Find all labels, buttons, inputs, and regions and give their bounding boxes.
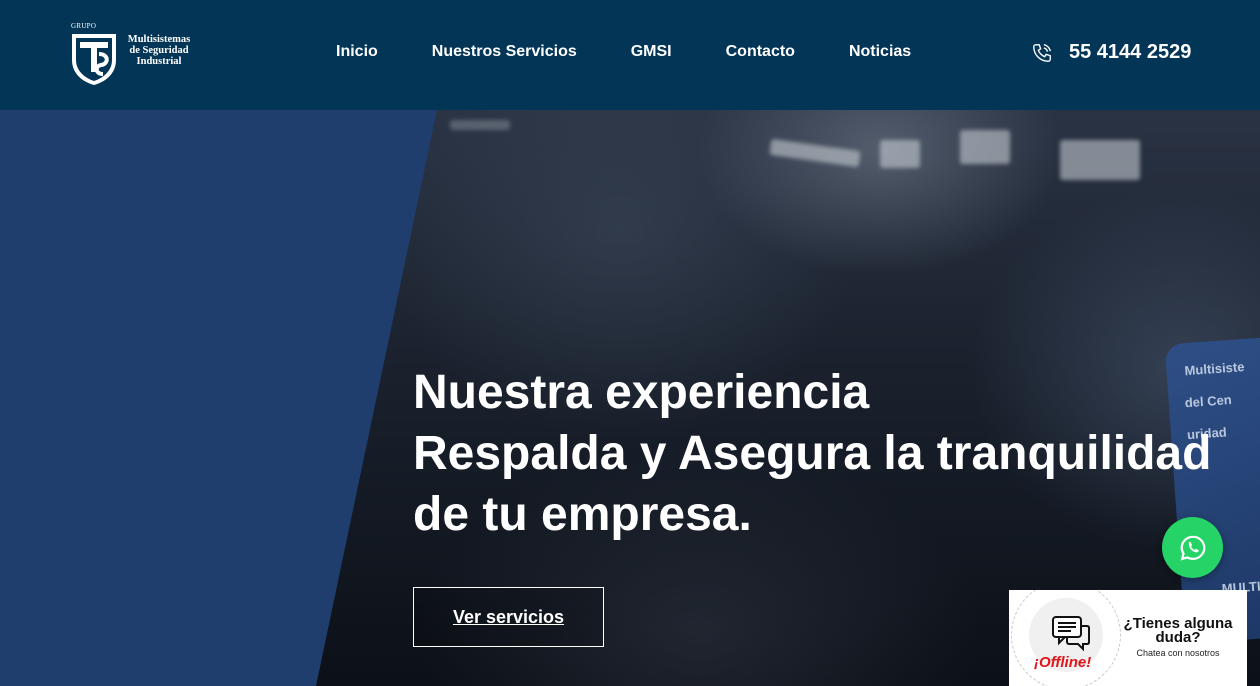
site-header: GRUPO Multisistemas de Seguridad Industr… <box>0 0 1260 110</box>
logo-line-1: Multisistemas <box>127 34 191 45</box>
logo-line-3: Industrial <box>136 56 182 67</box>
chat-bubble-icon <box>1052 616 1090 652</box>
logo[interactable]: GRUPO Multisistemas de Seguridad Industr… <box>69 22 199 86</box>
shield-logo-icon <box>72 34 116 85</box>
hero-section: Multisiste del Cen uridad MULTI Nuestra … <box>0 110 1260 686</box>
logo-wordmark: Multisistemas de Seguridad Industrial <box>122 34 196 67</box>
headline-line-3: de tu empresa. <box>413 488 752 541</box>
headline-line-2-rest: la tranquilidad <box>870 427 1212 480</box>
whatsapp-icon <box>1180 535 1205 560</box>
headline-bold: Respalda y Asegura <box>413 427 871 480</box>
headline-line-2: Respalda y Asegura la tranquilidad <box>413 423 1211 484</box>
chat-offline-status: ¡Offline! <box>1034 654 1092 671</box>
phone-number: 55 4144 2529 <box>1069 41 1192 63</box>
hero-headline: Nuestra experiencia Respalda y Asegura l… <box>413 362 1211 545</box>
nav-item-gmsi[interactable]: GMSI <box>631 43 672 61</box>
phone-icon <box>1033 43 1051 62</box>
phone-contact[interactable]: 55 4144 2529 <box>1031 41 1191 64</box>
main-nav: Inicio Nuestros Servicios GMSI Contacto … <box>336 43 911 61</box>
ver-servicios-button[interactable]: Ver servicios <box>413 587 604 647</box>
chat-question: ¿Tienes alguna duda? <box>1123 615 1233 646</box>
nav-item-inicio[interactable]: Inicio <box>336 43 378 61</box>
logo-grupo-text: GRUPO <box>71 22 97 30</box>
headline-line-1: Nuestra experiencia <box>413 366 870 419</box>
whatsapp-button[interactable] <box>1162 517 1223 578</box>
chat-subtitle: Chatea con nosotros <box>1136 648 1220 658</box>
chat-widget[interactable]: ¡Offline! ¿Tienes alguna duda? Chatea co… <box>1009 590 1247 686</box>
nav-item-contacto[interactable]: Contacto <box>726 43 795 61</box>
logo-line-2: de Seguridad <box>129 45 189 56</box>
nav-item-noticias[interactable]: Noticias <box>849 43 911 61</box>
nav-item-nuestros-servicios[interactable]: Nuestros Servicios <box>432 43 577 61</box>
